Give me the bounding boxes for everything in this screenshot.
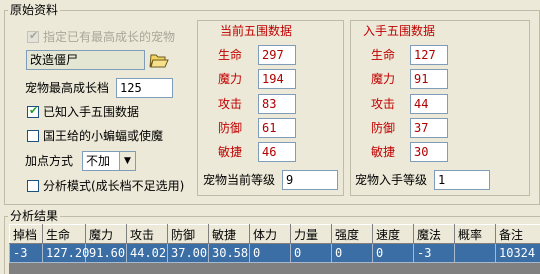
table-cell: 0 bbox=[249, 243, 291, 263]
column-header[interactable]: 防御 bbox=[167, 224, 209, 244]
folder-open-icon bbox=[149, 54, 169, 68]
current-stat-label: 敏捷 bbox=[218, 145, 243, 159]
initial-stat-label: 敏捷 bbox=[371, 145, 396, 159]
column-header[interactable]: 备注 bbox=[495, 224, 540, 244]
table-cell: 0 bbox=[331, 243, 373, 263]
table-cell: 0 bbox=[372, 243, 414, 263]
king-bat-label: 国王给的小蝙蝠或使魔 bbox=[43, 129, 164, 143]
max-growth-label: 宠物最高成长档 bbox=[25, 81, 110, 95]
initial-stats-title: 入手五围数据 bbox=[363, 24, 436, 38]
current-def-field[interactable]: 61 bbox=[258, 118, 296, 138]
table-cell: -3 bbox=[413, 243, 455, 263]
table-cell: 91.60 bbox=[85, 243, 127, 263]
add-mode-select[interactable]: 不加 ▼ bbox=[82, 151, 136, 171]
initial-def-field[interactable]: 37 bbox=[410, 118, 448, 138]
original-data-title: 原始资料 bbox=[8, 3, 61, 17]
current-level-label: 宠物当前等级 bbox=[203, 173, 276, 187]
table-cell: 127.20 bbox=[42, 243, 89, 263]
preset-pet-checkbox[interactable]: ✔ bbox=[27, 29, 39, 43]
initial-level-field[interactable]: 1 bbox=[434, 170, 490, 190]
table-cell: 30.58 bbox=[208, 243, 250, 263]
initial-atk-field[interactable]: 44 bbox=[410, 94, 448, 114]
preset-pet-label: 指定已有最高成长的宠物 bbox=[43, 30, 176, 44]
check-icon: ✔ bbox=[29, 104, 39, 117]
pet-name-field[interactable]: 改造僵尸 bbox=[26, 50, 145, 70]
table-cell: 44.02 bbox=[126, 243, 168, 263]
initial-stat-label: 生命 bbox=[371, 48, 396, 62]
open-folder-button[interactable] bbox=[148, 50, 170, 70]
analysis-mode-label: 分析模式(成长档不足选用) bbox=[43, 179, 185, 193]
column-header[interactable]: 体力 bbox=[249, 224, 291, 244]
column-header[interactable]: 强度 bbox=[331, 224, 373, 244]
table-cell: 10324 bbox=[495, 243, 540, 263]
chevron-down-icon[interactable]: ▼ bbox=[119, 152, 135, 170]
table-header-row: 掉档 生命 魔力 攻击 防御 敏捷 体力 力量 强度 速度 魔法 概率 备注 bbox=[9, 224, 540, 244]
table-cell: -3 bbox=[9, 243, 43, 263]
column-header[interactable]: 生命 bbox=[42, 224, 86, 244]
column-header[interactable]: 魔法 bbox=[413, 224, 455, 244]
column-header[interactable]: 攻击 bbox=[126, 224, 168, 244]
current-level-field[interactable]: 9 bbox=[282, 170, 338, 190]
table-row[interactable]: -3 127.20 91.60 44.02 37.00 30.58 0 0 0 … bbox=[9, 243, 540, 263]
current-hp-field[interactable]: 297 bbox=[258, 45, 296, 65]
results-title: 分析结果 bbox=[8, 209, 61, 223]
table-cell: 37.00 bbox=[167, 243, 209, 263]
column-header[interactable]: 掉档 bbox=[9, 224, 43, 244]
add-mode-value: 不加 bbox=[86, 154, 111, 168]
current-atk-field[interactable]: 83 bbox=[258, 94, 296, 114]
check-icon: ✔ bbox=[29, 29, 39, 42]
column-header[interactable]: 魔力 bbox=[85, 224, 127, 244]
results-table: 掉档 生命 魔力 攻击 防御 敏捷 体力 力量 强度 速度 魔法 概率 备注 -… bbox=[9, 224, 540, 263]
initial-stat-label: 防御 bbox=[371, 121, 396, 135]
column-header[interactable]: 敏捷 bbox=[208, 224, 250, 244]
table-cell bbox=[454, 243, 496, 263]
initial-stat-label: 攻击 bbox=[371, 97, 396, 111]
current-stat-label: 生命 bbox=[218, 48, 243, 62]
column-header[interactable]: 速度 bbox=[372, 224, 414, 244]
initial-agi-field[interactable]: 30 bbox=[410, 142, 448, 162]
current-stat-label: 魔力 bbox=[218, 72, 243, 86]
current-stat-label: 攻击 bbox=[218, 97, 243, 111]
initial-hp-field[interactable]: 127 bbox=[410, 45, 448, 65]
current-mp-field[interactable]: 194 bbox=[258, 69, 296, 89]
current-stat-label: 防御 bbox=[218, 121, 243, 135]
table-cell: 0 bbox=[290, 243, 332, 263]
current-agi-field[interactable]: 46 bbox=[258, 142, 296, 162]
initial-stat-label: 魔力 bbox=[371, 72, 396, 86]
column-header[interactable]: 力量 bbox=[290, 224, 332, 244]
max-growth-field[interactable]: 125 bbox=[116, 78, 173, 98]
add-mode-label: 加点方式 bbox=[25, 154, 74, 168]
initial-level-label: 宠物入手等级 bbox=[355, 173, 428, 187]
analysis-mode-checkbox[interactable] bbox=[27, 180, 39, 192]
column-header[interactable]: 概率 bbox=[454, 224, 496, 244]
known-stats-label: 已知入手五围数据 bbox=[43, 105, 140, 119]
current-stats-title: 当前五围数据 bbox=[220, 24, 293, 38]
king-bat-checkbox[interactable] bbox=[27, 130, 39, 142]
known-stats-checkbox[interactable]: ✔ bbox=[27, 104, 39, 118]
initial-mp-field[interactable]: 91 bbox=[410, 69, 448, 89]
